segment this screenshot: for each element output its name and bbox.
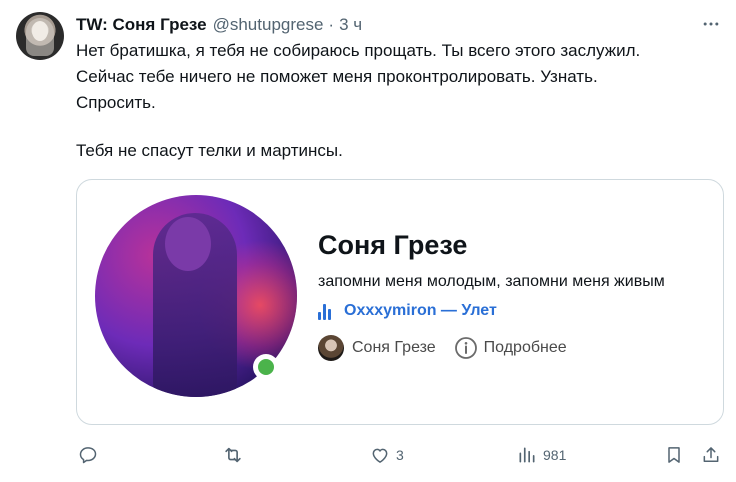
like-count: 3 [396,447,404,463]
mini-avatar [318,335,344,361]
retweet-button[interactable] [222,441,244,469]
author-avatar[interactable] [16,12,64,60]
chip-more-link[interactable]: Подробнее [484,339,567,357]
share-button[interactable] [701,441,721,469]
tweet-text-line: Нет братишка, я тебя не собираюсь прощат… [76,41,641,60]
views-icon [519,447,535,463]
bookmark-icon [668,447,680,463]
reply-button[interactable] [78,441,98,469]
author-handle[interactable]: @shutupgrese [213,15,324,35]
like-button[interactable]: 3 [370,441,404,469]
retweet-icon [225,447,241,463]
tweet-text-line: Тебя не спасут телки и мартинсы. [76,141,343,160]
online-indicator [253,354,279,380]
tweet-header: TW: Соня Грезе @shutupgrese · 3 ч [76,14,362,36]
card-music-link[interactable]: Oxxxymiron — Улет [318,300,497,322]
card-chips: Соня Грезе Подробнее [318,335,567,361]
views-button[interactable]: 981 [517,441,566,469]
reply-icon [79,447,97,464]
card-status: запомни меня молодым, запомни меня живым [318,273,665,290]
music-track: Oxxxymiron — Улет [344,302,497,319]
share-icon [703,447,719,462]
avatar-face [32,21,48,41]
card-profile-name: Соня Грезе [318,230,468,260]
tweet-text: Нет братишка, я тебя не собираюсь прощат… [76,38,716,164]
chip-profile-name[interactable]: Соня Грезе [352,339,436,357]
bookmark-button[interactable] [664,441,684,469]
more-horizontal-icon[interactable] [700,13,722,35]
info-icon [454,337,477,359]
tweet-text-line: Сейчас тебе ничего не поможет меня проко… [76,67,598,86]
tweet-actions: 3 981 [0,441,736,469]
tweet[interactable]: TW: Соня Грезе @shutupgrese · 3 ч Нет бр… [0,0,736,482]
heart-icon [372,448,388,463]
author-name[interactable]: TW: Соня Грезе [76,15,207,35]
tweet-time[interactable]: 3 ч [339,15,362,35]
views-count: 981 [543,447,567,463]
music-equalizer-icon [318,302,336,320]
photo-figure-head [165,217,211,271]
header-separator: · [328,15,335,34]
tweet-text-line: Спросить. [76,93,156,112]
